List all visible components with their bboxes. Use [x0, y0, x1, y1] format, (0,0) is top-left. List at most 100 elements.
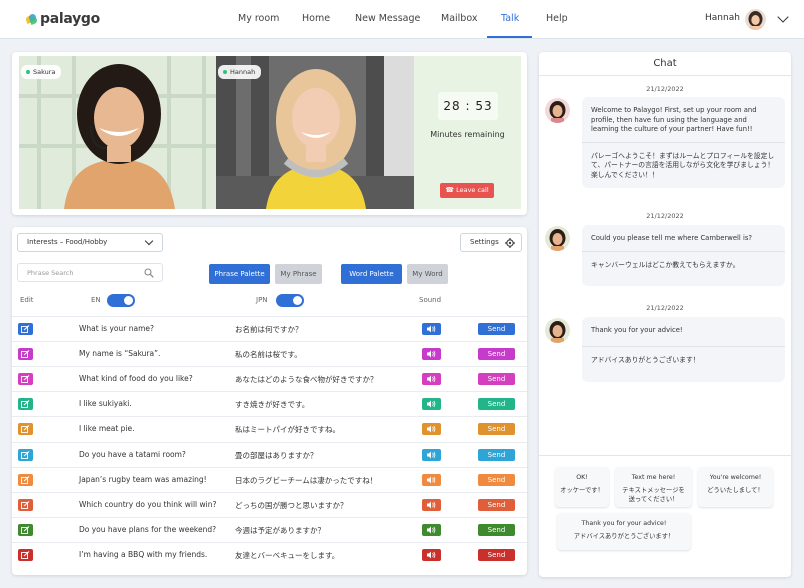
edit-button[interactable] [18, 348, 33, 361]
phrase-row: I like sukiyaki. すき焼きが好きです。 Send [12, 391, 527, 416]
send-button[interactable]: Send [478, 348, 515, 361]
nav-new-message[interactable]: New Message [355, 13, 420, 24]
speaker-icon [427, 476, 436, 484]
play-sound-button[interactable] [422, 423, 441, 436]
brand-logo[interactable]: palaygo [25, 11, 100, 27]
send-button[interactable]: Send [478, 323, 515, 335]
phrase-jp: 今週は予定がありますか？ [235, 525, 325, 535]
message-text-en: Thank you for your advice! [582, 317, 785, 347]
phrase-row: Which country do you think will win? どっちの… [12, 491, 527, 517]
phrase-en: My name is “Sakura”. [79, 349, 161, 359]
send-button[interactable]: Send [478, 398, 515, 411]
play-sound-button[interactable] [422, 448, 441, 461]
edit-icon [21, 350, 30, 359]
word-palette-tab[interactable]: Word Palette [341, 264, 402, 284]
edit-button[interactable] [18, 473, 33, 486]
edit-icon [21, 525, 30, 534]
nav-help[interactable]: Help [546, 13, 568, 24]
nav-talk[interactable]: Talk [501, 13, 519, 24]
edit-icon [21, 450, 30, 459]
brand-name: palaygo [40, 11, 100, 27]
quick-reply-en: OK! [576, 474, 588, 481]
edit-button[interactable] [18, 373, 33, 386]
play-sound-button[interactable] [422, 323, 441, 335]
quick-reply-jp: テキストメッセージを送ってください！ [622, 487, 685, 503]
chat-message: Welcome to Palaygo! First, set up your r… [582, 97, 785, 188]
phrase-palette-tab[interactable]: Phrase Palette [209, 264, 270, 284]
phrase-jp: 友達とバーベキューをします。 [235, 550, 340, 560]
phrase-jp: お名前は何ですか？ [235, 325, 303, 334]
quick-reply-jp: どういたしまして！ [707, 487, 764, 494]
phrase-jp: あなたはどのような食べ物が好きですか？ [235, 375, 378, 385]
participant-tag-sakura: Sakura [21, 65, 62, 79]
edit-button[interactable] [18, 498, 33, 511]
message-date: 21/12/2022 [646, 85, 684, 93]
quick-reply-button[interactable]: Text me here! テキストメッセージを送ってください！ [615, 467, 692, 507]
en-toggle[interactable] [107, 294, 135, 307]
quick-reply-en: You're welcome! [709, 474, 762, 481]
nav-my-room[interactable]: My room [238, 13, 279, 24]
edit-button[interactable] [18, 398, 33, 411]
call-timer: 28 : 53 [438, 92, 498, 120]
nav-home[interactable]: Home [302, 13, 330, 24]
chevron-down-icon[interactable] [777, 11, 789, 23]
quick-reply-button[interactable]: You're welcome! どういたしまして！ [698, 467, 773, 507]
edit-button[interactable] [18, 548, 33, 561]
play-sound-button[interactable] [422, 523, 441, 536]
top-nav: palaygo My room Home New Message Mailbox… [0, 0, 804, 39]
phrase-en: Which country do you think will win? [79, 499, 217, 509]
send-button[interactable]: Send [478, 423, 515, 436]
user-avatar[interactable] [745, 9, 766, 30]
search-icon[interactable] [144, 268, 154, 278]
send-button[interactable]: Send [478, 473, 515, 486]
phrase-en: I like sukiyaki. [79, 399, 132, 409]
play-sound-button[interactable] [422, 548, 441, 561]
quick-reply-button[interactable]: Thank you for your advice! アドバイスありがとうござい… [557, 513, 691, 550]
nav-mailbox[interactable]: Mailbox [441, 13, 477, 24]
phrase-jp: 畳の部屋はありますか？ [235, 450, 318, 460]
chat-message: Thank you for your advice! アドバイスありがとうござい… [582, 317, 785, 382]
edit-icon [21, 550, 30, 559]
edit-button[interactable] [18, 323, 33, 335]
send-button[interactable]: Send [478, 448, 515, 461]
send-button[interactable]: Send [478, 498, 515, 511]
settings-label: Settings [470, 238, 499, 246]
category-dropdown[interactable]: Interests – Food/Hobby [17, 233, 163, 252]
edit-button[interactable] [18, 523, 33, 536]
send-button[interactable]: Send [478, 523, 515, 536]
play-sound-button[interactable] [422, 398, 441, 411]
phrase-jp: すき焼きが好きです。 [235, 400, 310, 410]
play-sound-button[interactable] [422, 498, 441, 511]
jpn-toggle[interactable] [276, 294, 304, 307]
speaker-icon [427, 350, 436, 358]
send-button[interactable]: Send [478, 373, 515, 386]
phrase-search[interactable] [17, 263, 163, 282]
settings-button[interactable]: Settings [460, 233, 522, 252]
edit-icon [21, 400, 30, 409]
chevron-down-icon [144, 236, 154, 246]
play-sound-button[interactable] [422, 348, 441, 361]
quick-reply-jp: アドバイスありがとうございます！ [573, 533, 675, 540]
timer-minutes: 28 [443, 99, 461, 113]
phrase-en: Do you have a tatami room? [79, 449, 186, 459]
my-phrase-tab[interactable]: My Phrase [275, 264, 322, 284]
edit-button[interactable] [18, 423, 33, 436]
my-word-tab[interactable]: My Word [407, 264, 448, 284]
play-sound-button[interactable] [422, 373, 441, 386]
phrase-en: Do you have plans for the weekend? [79, 524, 217, 534]
edit-button[interactable] [18, 448, 33, 461]
send-button[interactable]: Send [478, 548, 515, 561]
video-hannah: Hannah [216, 56, 414, 209]
leave-call-button[interactable]: ☎ Leave call [440, 183, 494, 198]
minutes-remaining-label: Minutes remaining [430, 130, 505, 139]
video-sakura: Sakura [19, 56, 216, 209]
phrase-row: Do you have plans for the weekend? 今週は予定が… [12, 516, 527, 542]
sender-avatar [545, 318, 570, 343]
message-date: 21/12/2022 [646, 304, 684, 312]
quick-reply-button[interactable]: OK! オッケーです！ [555, 467, 609, 507]
phrase-search-input[interactable] [18, 264, 128, 281]
play-sound-button[interactable] [422, 473, 441, 486]
chat-title: Chat [539, 52, 791, 76]
phrase-row: Japan’s rugby team was amazing! 日本のラグビーチー… [12, 466, 527, 492]
gear-icon [505, 238, 515, 248]
